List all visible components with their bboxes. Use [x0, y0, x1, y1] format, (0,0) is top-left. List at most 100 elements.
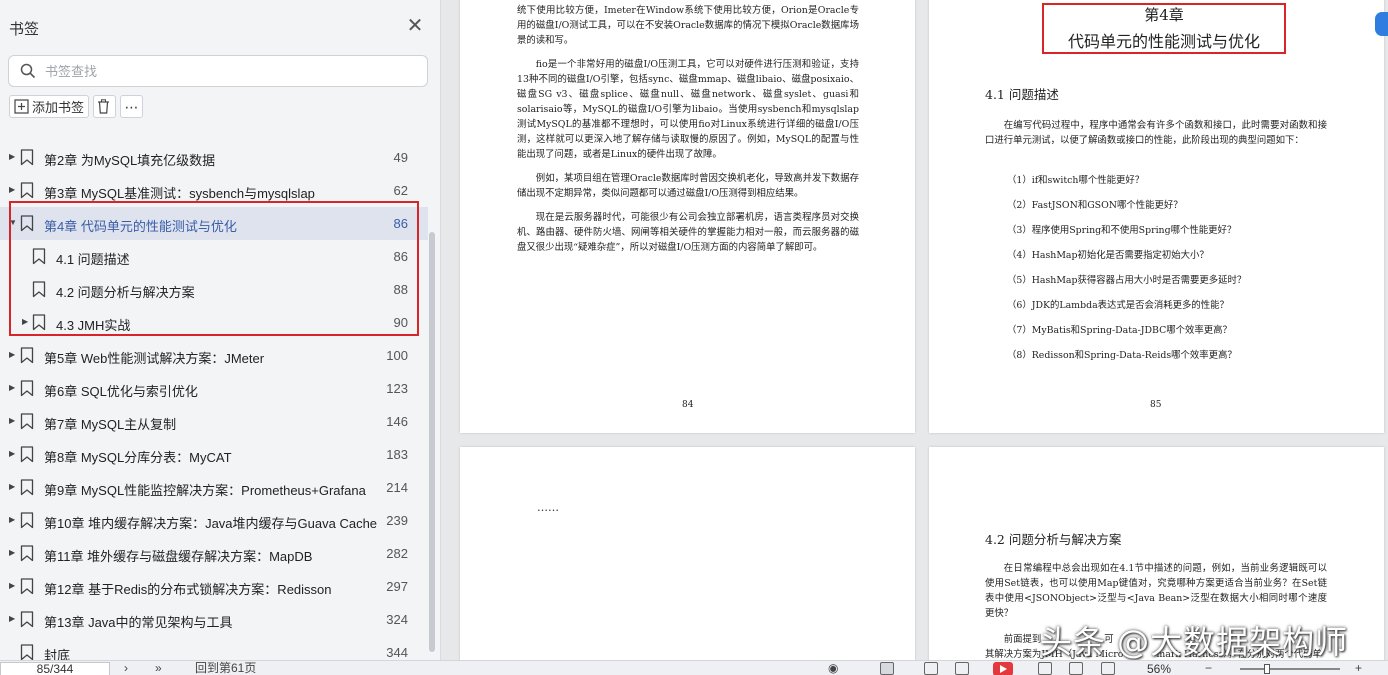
bookmark-item[interactable]: ▶ 第9章 MySQL性能监控解决方案：Prometheus+Grafana 214 — [0, 471, 428, 504]
bookmark-label: 4.3 JMH实战 — [56, 318, 131, 333]
bookmark-label: 第10章 堆内缓存解决方案：Java堆内缓存与Guava Cache — [44, 516, 378, 531]
bookmark-page-number: 282 — [386, 546, 408, 561]
expand-arrow-icon[interactable]: ▶ — [9, 515, 17, 525]
question-item: （5）HashMap获得容器占用大小时是否需要更多延时？ — [1007, 275, 1247, 286]
bookmark-icon — [20, 611, 34, 628]
bookmark-search-input[interactable] — [45, 61, 415, 81]
bookmark-label: 第11章 堆外缓存与磁盘缓存解决方案：MapDB — [44, 549, 313, 564]
expand-arrow-icon[interactable]: ▶ — [9, 383, 17, 393]
bookmark-page-number: 146 — [386, 414, 408, 429]
zoom-slider-thumb[interactable] — [1264, 664, 1270, 674]
question-item: （3）程序使用Spring和不使用Spring哪个性能更好？ — [1007, 225, 1237, 236]
rotate-icon[interactable] — [1101, 662, 1115, 675]
collapse-arrow-icon[interactable]: ▼ — [9, 218, 17, 228]
single-page-view-icon[interactable] — [880, 662, 894, 675]
bookmark-item[interactable]: ▶ 第5章 Web性能测试解决方案：JMeter 100 — [0, 339, 428, 372]
bookmark-icon — [20, 413, 34, 430]
bookmark-label: 第6章 SQL优化与索引优化 — [44, 384, 198, 399]
bookmark-item[interactable]: ▶ 第11章 堆外缓存与磁盘缓存解决方案：MapDB 282 — [0, 537, 428, 570]
bookmark-item[interactable]: 4.2 问题分析与解决方案 88 — [0, 273, 428, 306]
play-icon[interactable] — [993, 662, 1013, 675]
para-2-start: 前面提到 — [1003, 634, 1042, 645]
document-view-icon[interactable] — [924, 662, 938, 675]
page-84-para-3: 例如，某项目组在管理Oracle数据库时曾因交换机老化，导致高并发下数据存储出现… — [517, 173, 859, 199]
delete-bookmark-button[interactable] — [93, 95, 117, 118]
bookmark-icon — [20, 479, 34, 496]
bookmark-item[interactable]: ▶ 4.3 JMH实战 90 — [0, 306, 428, 339]
page-86: …… — [460, 447, 915, 660]
expand-arrow-icon[interactable]: ▶ — [9, 614, 17, 624]
bookmark-label: 第3章 MySQL基准测试：sysbench与mysqlslap — [44, 186, 315, 201]
bookmark-icon — [20, 182, 34, 199]
zoom-level[interactable]: 56% — [1147, 662, 1171, 675]
trash-icon — [97, 99, 109, 114]
last-page-icon[interactable]: » — [155, 661, 162, 675]
close-icon[interactable]: ✕ — [405, 16, 425, 37]
add-bookmark-button[interactable]: 添加书签 — [9, 95, 90, 118]
fit-page-icon[interactable] — [1038, 662, 1052, 675]
bookmark-item[interactable]: ▶ 第10章 堆内缓存解决方案：Java堆内缓存与Guava Cache 239 — [0, 504, 428, 537]
bookmark-icon — [20, 512, 34, 529]
search-icon — [20, 63, 36, 79]
bookmark-item[interactable]: ▶ 第2章 为MySQL填充亿级数据 49 — [0, 141, 428, 174]
next-page-icon[interactable]: › — [124, 661, 128, 675]
zoom-out-icon[interactable]: − — [1205, 661, 1212, 675]
bookmark-label: 4.1 问题描述 — [56, 252, 130, 267]
bookmark-icon — [32, 314, 46, 331]
section-heading-4-2: 4.2 问题分析与解决方案 — [985, 532, 1122, 547]
bookmark-page-number: 183 — [386, 447, 408, 462]
question-item: （8）Redisson和Spring-Data-Reids哪个效率更高？ — [1007, 350, 1237, 361]
section-heading-4-1: 4.1 问题描述 — [985, 87, 1059, 102]
expand-arrow-icon[interactable]: ▶ — [9, 350, 17, 360]
expand-arrow-icon[interactable]: ▶ — [9, 581, 17, 591]
side-panel-toggle[interactable] — [1375, 12, 1388, 36]
add-bookmark-icon — [14, 99, 29, 114]
bookmark-label: 第5章 Web性能测试解决方案：JMeter — [44, 351, 265, 366]
expand-arrow-icon[interactable]: ▶ — [22, 317, 30, 327]
sidebar-title: 书签 — [9, 21, 40, 38]
bookmark-icon — [20, 215, 34, 232]
page-84-para-1: 统下使用比较方便，Imeter在Window系统下使用比较方便，Orion是Or… — [517, 5, 859, 46]
page-indicator-input[interactable]: 85/344 — [0, 662, 110, 675]
page-number-85: 85 — [1150, 400, 1162, 410]
bookmark-icon — [20, 545, 34, 562]
sidebar-scrollbar[interactable] — [429, 232, 435, 652]
back-to-page-button[interactable]: 回到第61页 — [195, 661, 256, 675]
bookmark-page-number: 123 — [386, 381, 408, 396]
bookmark-item[interactable]: ▶ 第6章 SQL优化与索引优化 123 — [0, 372, 428, 405]
bookmark-icon — [20, 644, 34, 661]
expand-arrow-icon[interactable]: ▶ — [9, 185, 17, 195]
bookmark-item[interactable]: ▼ 第4章 代码单元的性能测试与优化 86 — [0, 207, 428, 240]
expand-arrow-icon[interactable]: ▶ — [9, 416, 17, 426]
bookmark-item[interactable]: ▶ 第12章 基于Redis的分布式锁解决方案：Redisson 297 — [0, 570, 428, 603]
bookmark-label: 第7章 MySQL主从复制 — [44, 417, 177, 432]
fit-width-icon[interactable] — [1069, 662, 1083, 675]
bookmark-page-number: 88 — [393, 282, 408, 297]
page-85: 第4章 代码单元的性能测试与优化 4.1 问题描述 在编写代码过程中，程序中通常… — [929, 0, 1384, 433]
document-view[interactable]: 统下使用比较方便，Imeter在Window系统下使用比较方便，Orion是Or… — [442, 0, 1388, 660]
page-84-para-2: fio是一个非常好用的磁盘I/O压测工具，它可以对硬件进行压测和验证，支持13种… — [517, 59, 859, 160]
page-number-84: 84 — [682, 400, 694, 410]
bookmark-search-box[interactable] — [8, 55, 428, 87]
bookmark-icon — [20, 578, 34, 595]
bookmark-page-number: 239 — [386, 513, 408, 528]
chapter-title: 代码单元的性能测试与优化 — [1067, 32, 1260, 51]
double-page-view-icon[interactable] — [955, 662, 969, 675]
zoom-in-icon[interactable]: + — [1355, 661, 1362, 675]
expand-arrow-icon[interactable]: ▶ — [9, 482, 17, 492]
expand-arrow-icon[interactable]: ▶ — [9, 152, 17, 162]
more-options-button[interactable]: ⋯ — [120, 95, 144, 118]
bookmark-item[interactable]: 4.1 问题描述 86 — [0, 240, 428, 273]
section-4-2-para-1: 在日常编程中总会出现如在4.1节中描述的问题，例如，当前业务逻辑既可以使用Set… — [985, 563, 1327, 619]
bookmark-item[interactable]: ▶ 第7章 MySQL主从复制 146 — [0, 405, 428, 438]
zoom-slider[interactable] — [1240, 668, 1340, 670]
expand-arrow-icon[interactable]: ▶ — [9, 449, 17, 459]
bookmark-item[interactable]: ▶ 第3章 MySQL基准测试：sysbench与mysqlslap 62 — [0, 174, 428, 207]
eye-icon[interactable]: ◉ — [828, 661, 838, 675]
bookmark-icon — [32, 248, 46, 265]
bookmark-item[interactable]: ▶ 第8章 MySQL分库分表：MyCAT 183 — [0, 438, 428, 471]
expand-arrow-icon[interactable]: ▶ — [9, 548, 17, 558]
bookmark-item[interactable]: ▶ 第13章 Java中的常见架构与工具 324 — [0, 603, 428, 636]
bookmark-label: 第13章 Java中的常见架构与工具 — [44, 615, 233, 630]
bookmark-label: 第12章 基于Redis的分布式锁解决方案：Redisson — [44, 582, 332, 597]
